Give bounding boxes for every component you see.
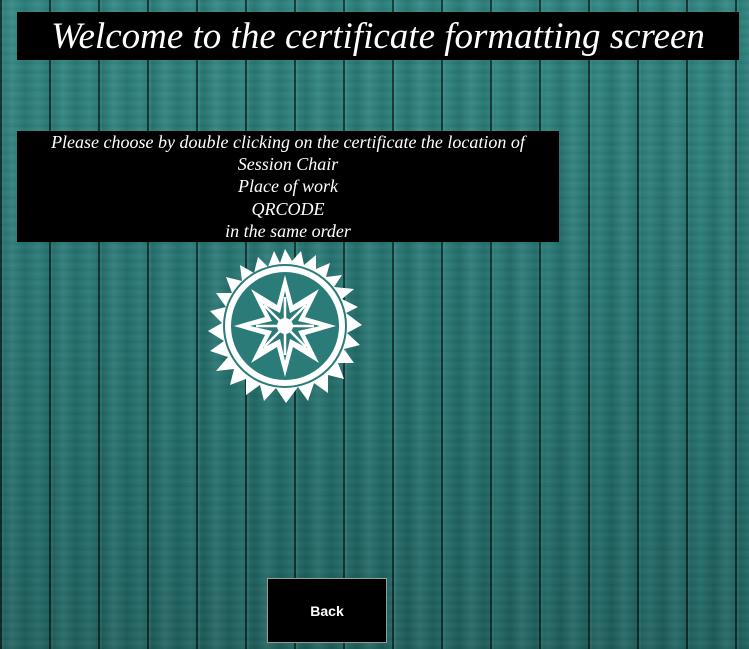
back-button[interactable]: Back [267,578,387,643]
instruction-line: in the same order [225,220,351,241]
snowflake-emblem-icon [206,247,364,405]
page-title-text: Welcome to the certificate formatting sc… [51,15,705,57]
instruction-line: Session Chair [237,154,339,175]
instruction-line: QRCODE [251,198,325,219]
instruction-line: Please choose by double clicking on the … [51,132,525,152]
instructions-panel: Please choose by double clicking on the … [17,131,559,242]
instruction-line: Place of work [238,176,338,197]
page-title: Welcome to the certificate formatting sc… [17,12,739,60]
back-button-label: Back [310,602,344,619]
